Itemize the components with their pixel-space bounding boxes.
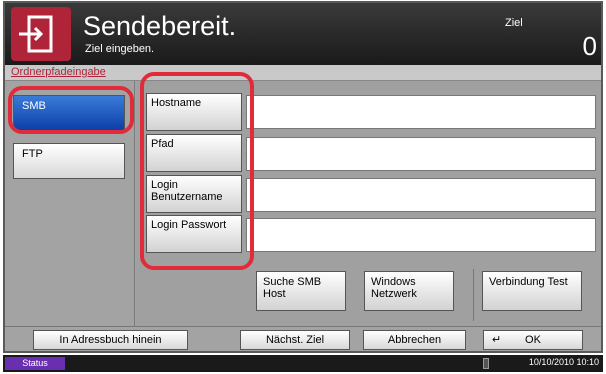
hostname-button[interactable]: Hostname	[146, 93, 242, 131]
main-panel: SMB FTP Hostname Pfad Login Benutzername…	[5, 81, 601, 326]
bottom-bar: In Adressbuch hinein Nächst. Ziel Abbrec…	[5, 326, 601, 351]
login-username-button[interactable]: Login Benutzername	[146, 175, 242, 213]
divider	[473, 269, 474, 321]
ok-label: OK	[525, 334, 541, 346]
page-title: Sendebereit.	[83, 11, 237, 41]
send-home-icon[interactable]	[11, 7, 71, 61]
cancel-button[interactable]: Abbrechen	[363, 330, 466, 350]
path-input[interactable]	[246, 137, 596, 171]
status-button[interactable]: Status	[5, 357, 65, 370]
login-username-input[interactable]	[246, 178, 596, 212]
section-tab: Ordnerpfadeingabe	[5, 65, 601, 81]
login-password-input[interactable]	[246, 218, 596, 252]
next-destination-button[interactable]: Nächst. Ziel	[240, 330, 350, 350]
ok-button[interactable]: ↵ OK	[483, 330, 583, 350]
target-label: Ziel	[505, 17, 523, 29]
fields-column: Hostname Pfad Login Benutzername Login P…	[136, 81, 601, 326]
enter-icon: ↵	[492, 334, 502, 346]
login-password-button[interactable]: Login Passwort	[146, 215, 242, 253]
protocol-column: SMB FTP	[5, 81, 135, 326]
target-count: 0	[582, 31, 597, 61]
page-subtitle: Ziel eingeben.	[85, 43, 155, 55]
add-to-addressbook-button[interactable]: In Adressbuch hinein	[33, 330, 188, 350]
ftp-button[interactable]: FTP	[13, 143, 125, 179]
device-panel: Sendebereit. Ziel eingeben. Ziel 0 Ordne…	[3, 1, 603, 353]
smb-button[interactable]: SMB	[13, 95, 125, 131]
windows-network-button[interactable]: Windows Netzwerk	[364, 271, 454, 311]
path-button[interactable]: Pfad	[146, 134, 242, 172]
connection-test-button[interactable]: Verbindung Test	[482, 271, 582, 311]
status-bar: Status 10/10/2010 10:10	[3, 355, 603, 372]
search-smb-host-button[interactable]: Suche SMB Host	[256, 271, 346, 311]
section-tab-label: Ordnerpfadeingabe	[11, 66, 106, 78]
memory-icon	[483, 358, 489, 369]
header: Sendebereit. Ziel eingeben. Ziel 0	[5, 3, 601, 65]
datetime: 10/10/2010 10:10	[528, 357, 599, 367]
hostname-input[interactable]	[246, 95, 596, 129]
